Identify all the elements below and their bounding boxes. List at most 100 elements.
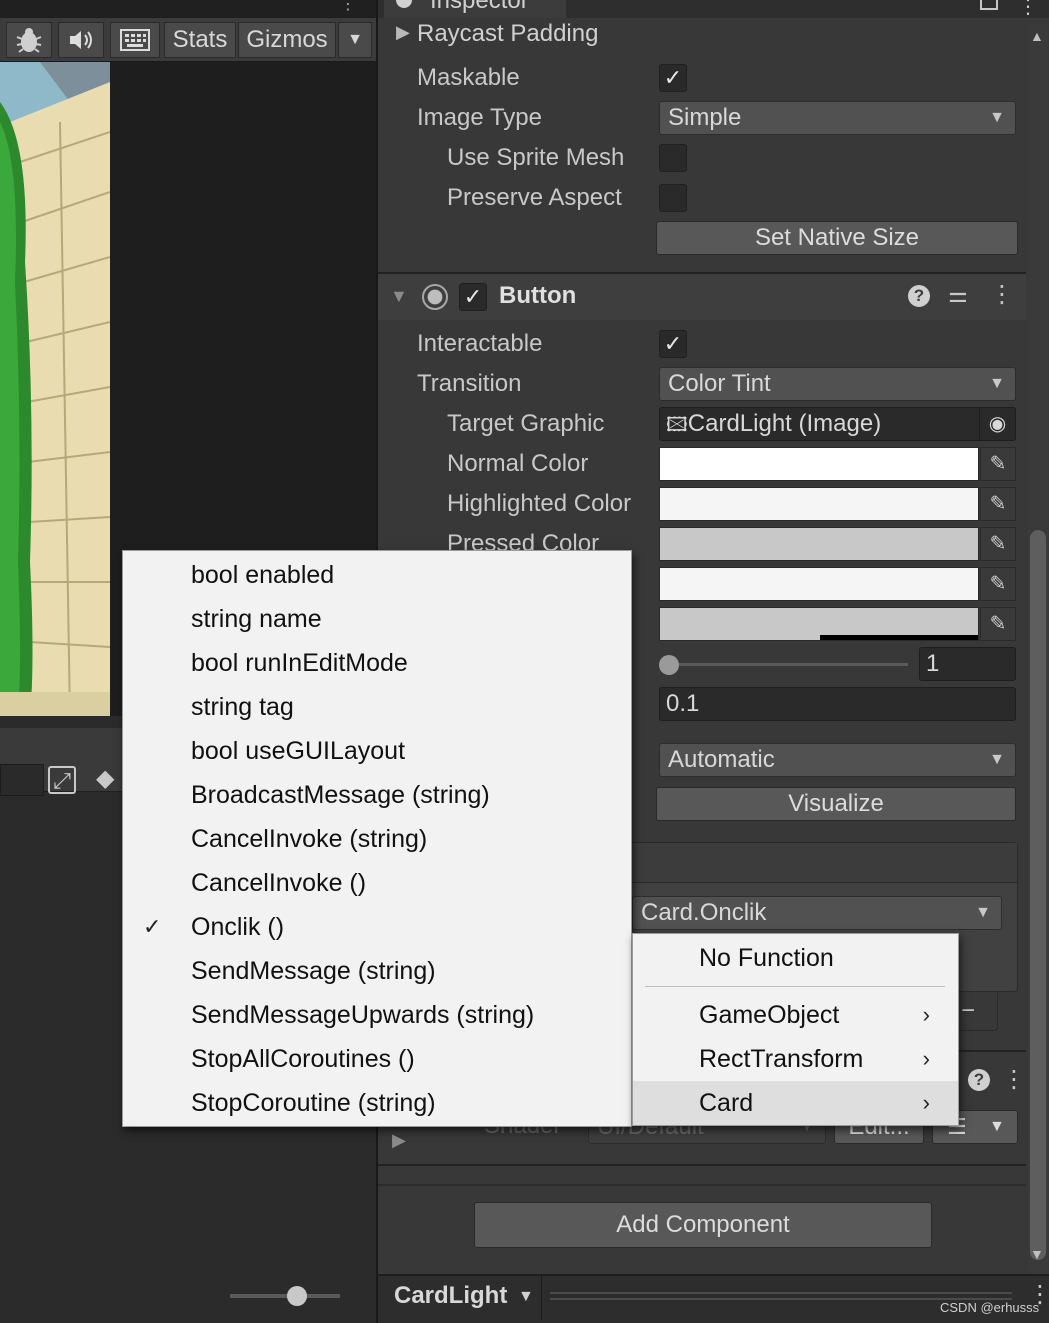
menu-item-label: bool useGUILayout xyxy=(191,737,406,765)
menu-item-label: No Function xyxy=(699,944,834,972)
preserve-aspect-checkbox[interactable] xyxy=(659,184,687,212)
eyedropper-icon[interactable]: ✎ xyxy=(980,487,1016,521)
inspector-tab[interactable]: Inspector xyxy=(384,0,566,18)
pressed-color-swatch[interactable] xyxy=(659,527,979,561)
lock-window-icon[interactable] xyxy=(980,0,998,10)
color-multiplier-slider-thumb[interactable] xyxy=(659,655,679,675)
tab-menu-icon[interactable]: ⋮ xyxy=(1018,0,1038,19)
normal-color-swatch[interactable] xyxy=(659,447,979,481)
menu-item-no-function[interactable]: No Function xyxy=(633,936,958,980)
menu-item-component[interactable]: RectTransform › xyxy=(633,1037,958,1081)
menu-item-label: BroadcastMessage (string) xyxy=(191,781,490,809)
button-enabled-checkbox[interactable]: ✓ xyxy=(459,283,487,311)
shapes-icon[interactable]: ◆ xyxy=(96,764,122,796)
menu-item-label: Onclik () xyxy=(191,913,285,941)
section-divider xyxy=(378,1164,1026,1166)
normal-color-label: Normal Color xyxy=(447,450,589,477)
add-component-button[interactable]: Add Component xyxy=(474,1202,932,1248)
eyedropper-icon[interactable]: ✎ xyxy=(980,447,1016,481)
maskable-checkbox[interactable]: ✓ xyxy=(659,64,687,92)
stats-button[interactable]: Stats xyxy=(164,22,236,58)
component-icon xyxy=(422,284,448,310)
visualize-label: Visualize xyxy=(788,790,884,817)
help-icon[interactable]: ? xyxy=(908,285,930,307)
kebab-menu-icon[interactable]: ⋮ xyxy=(340,0,356,16)
scrollbar-thumb[interactable] xyxy=(1030,530,1046,1260)
transition-value: Color Tint xyxy=(668,370,771,397)
remove-listener-icon[interactable]: − xyxy=(961,997,975,1025)
audio-icon[interactable] xyxy=(58,22,104,58)
menu-item-method[interactable]: string name xyxy=(123,597,631,641)
menu-item-component[interactable]: GameObject › xyxy=(633,993,958,1037)
navigation-dropdown[interactable]: Automatic ▼ xyxy=(659,743,1016,777)
menu-item-method[interactable]: bool useGUILayout xyxy=(123,729,631,773)
object-picker-icon[interactable]: ◉ xyxy=(979,408,1015,440)
preview-object-dropdown[interactable]: CardLight ▼ xyxy=(386,1276,542,1320)
menu-item-method[interactable]: CancelInvoke (string) xyxy=(123,817,631,861)
inspector-tab-title: Inspector xyxy=(430,0,529,14)
preset-sliders-icon[interactable]: ⚌ xyxy=(948,282,968,308)
use-sprite-mesh-label: Use Sprite Mesh xyxy=(447,144,625,171)
foldout-open-arrow-icon[interactable]: ▼ xyxy=(390,286,408,307)
menu-item-label: CancelInvoke (string) xyxy=(191,825,428,853)
menu-item-method[interactable]: string tag xyxy=(123,685,631,729)
menu-item-method[interactable]: StopAllCoroutines () xyxy=(123,1037,631,1081)
foldout-arrow-icon[interactable]: ▶ xyxy=(392,1130,406,1151)
eyedropper-icon[interactable]: ✎ xyxy=(980,527,1016,561)
zoom-slider-thumb[interactable] xyxy=(287,1286,307,1306)
menu-item-method[interactable]: SendMessage (string) xyxy=(123,949,631,993)
menu-item-label: bool runInEditMode xyxy=(191,649,408,677)
menu-item-component[interactable]: Card › xyxy=(633,1081,958,1125)
menu-item-method[interactable]: bool enabled xyxy=(123,553,631,597)
game-scene-image xyxy=(0,62,110,716)
keyboard-grid-icon[interactable] xyxy=(110,22,160,58)
visualize-button[interactable]: Visualize xyxy=(656,787,1016,821)
target-graphic-field[interactable]: 🖾CardLight (Image) ◉ xyxy=(659,407,1016,441)
onclick-function-dropdown[interactable]: Card.Onclik ▼ xyxy=(632,896,1002,930)
transition-label: Transition xyxy=(417,370,522,397)
scrollbar[interactable]: ▲ ▼ xyxy=(1028,24,1048,1274)
color-multiplier-slider-track[interactable] xyxy=(668,663,908,666)
menu-item-method[interactable]: SendMessageUpwards (string) xyxy=(123,993,631,1037)
help-icon[interactable]: ? xyxy=(968,1069,990,1091)
menu-item-method[interactable]: CancelInvoke () xyxy=(123,861,631,905)
menu-item-label: SendMessageUpwards (string) xyxy=(191,1001,535,1029)
menu-item-method[interactable]: StopCoroutine (string) xyxy=(123,1081,631,1125)
disabled-color-swatch[interactable] xyxy=(659,607,979,641)
menu-item-label: StopAllCoroutines () xyxy=(191,1045,415,1073)
foldout-arrow-icon[interactable]: ▶ xyxy=(396,22,410,43)
scroll-up-icon[interactable]: ▲ xyxy=(1030,28,1044,44)
chevron-down-icon: ▼ xyxy=(989,109,1005,126)
highlighted-color-swatch[interactable] xyxy=(659,487,979,521)
eyedropper-icon[interactable]: ✎ xyxy=(980,607,1016,641)
highlighted-color-label: Highlighted Color xyxy=(447,490,632,517)
set-native-size-button[interactable]: Set Native Size xyxy=(656,221,1018,255)
eyedropper-icon[interactable]: ✎ xyxy=(980,567,1016,601)
gizmos-button[interactable]: Gizmos xyxy=(238,22,336,58)
scroll-down-icon[interactable]: ▼ xyxy=(1030,1246,1044,1262)
image-type-dropdown[interactable]: Simple ▼ xyxy=(659,101,1016,135)
search-input[interactable] xyxy=(0,764,44,796)
interactable-checkbox[interactable]: ✓ xyxy=(659,330,687,358)
component-menu-icon[interactable]: ⋮ xyxy=(990,280,1014,309)
maximize-icon[interactable]: ⤢ xyxy=(48,766,76,794)
color-multiplier-field[interactable]: 1 xyxy=(919,647,1016,681)
menu-item-method[interactable]: ✓ Onclik () xyxy=(123,905,631,949)
selected-color-swatch[interactable] xyxy=(659,567,979,601)
menu-item-method[interactable]: bool runInEditMode xyxy=(123,641,631,685)
menu-item-label: CancelInvoke () xyxy=(191,869,367,897)
menu-divider xyxy=(645,986,945,987)
bug-icon[interactable] xyxy=(6,22,52,58)
fade-duration-field[interactable]: 0.1 xyxy=(659,687,1016,721)
chevron-right-icon: › xyxy=(922,1090,930,1115)
transition-dropdown[interactable]: Color Tint ▼ xyxy=(659,367,1016,401)
menu-item-method[interactable]: BroadcastMessage (string) xyxy=(123,773,631,817)
drag-handle[interactable] xyxy=(550,1292,1012,1300)
gizmos-dropdown-arrow-icon[interactable]: ▼ xyxy=(338,22,372,58)
component-menu-icon[interactable]: ⋮ xyxy=(1002,1065,1026,1094)
raycast-padding-label[interactable]: Raycast Padding xyxy=(417,20,598,48)
zoom-slider-track[interactable] xyxy=(230,1294,340,1298)
chevron-right-icon: › xyxy=(922,1046,930,1071)
use-sprite-mesh-checkbox[interactable] xyxy=(659,144,687,172)
button-component-header[interactable]: ▼ ✓ Button ? ⚌ ⋮ xyxy=(378,274,1026,320)
